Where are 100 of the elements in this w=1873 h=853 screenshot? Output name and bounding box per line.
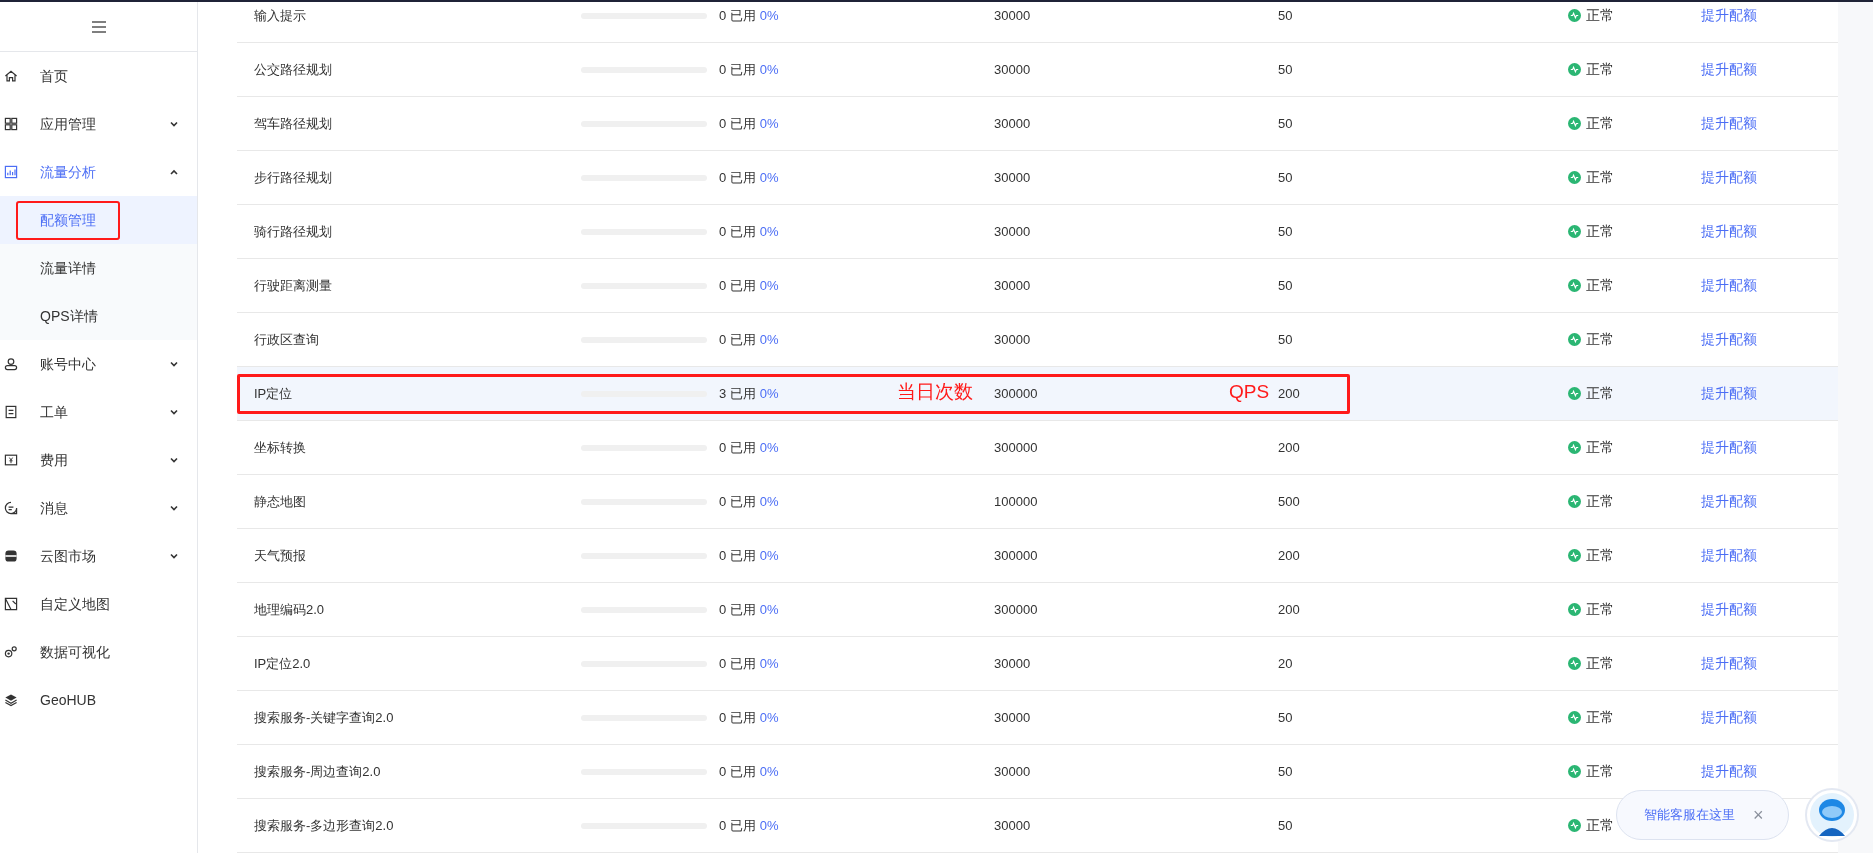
status-icon: [1568, 63, 1581, 76]
usage-count: 0 已用: [719, 114, 756, 133]
status-icon: [1568, 819, 1581, 832]
usage-count: 0 已用: [719, 762, 756, 781]
service-name: 天气预报: [254, 546, 307, 565]
usage-percent: 0%: [759, 222, 779, 241]
service-name: 步行路径规划: [254, 168, 333, 187]
status-text: 正常: [1586, 330, 1614, 349]
status-text: 正常: [1586, 438, 1614, 457]
upgrade-link[interactable]: 提升配额: [1701, 383, 1757, 404]
status-text: 正常: [1586, 114, 1614, 133]
status-text: 正常: [1586, 168, 1614, 187]
usage-count: 0 已用: [719, 276, 756, 295]
usage-count: 0 已用: [719, 168, 756, 187]
menu-item-icon: [3, 500, 19, 516]
sidebar-item[interactable]: 数据可视化: [0, 628, 197, 676]
sidebar-item[interactable]: 云图市场: [0, 532, 197, 580]
menu-icon[interactable]: [90, 19, 107, 34]
upgrade-link[interactable]: 提升配额: [1701, 599, 1757, 620]
service-name: 驾车路径规划: [254, 114, 333, 133]
qps-limit: 50: [1278, 60, 1293, 79]
usage-percent: 0%: [759, 438, 779, 457]
daily-limit: 30000: [994, 654, 1031, 673]
upgrade-link[interactable]: 提升配额: [1701, 329, 1757, 350]
status-text: 正常: [1586, 6, 1614, 25]
usage-count: 0 已用: [719, 222, 756, 241]
service-name: 搜索服务-周边查询2.0: [254, 762, 382, 781]
status-text: 正常: [1586, 276, 1614, 295]
menu-item-icon: [3, 356, 19, 372]
submenu-item[interactable]: 配额管理: [16, 200, 120, 240]
qps-limit: 50: [1278, 222, 1293, 241]
upgrade-link[interactable]: 提升配额: [1701, 167, 1757, 188]
chat-message: 智能客服在这里: [1644, 806, 1735, 825]
daily-limit: 30000: [994, 60, 1031, 79]
status-text: 正常: [1586, 654, 1614, 673]
sidebar-item[interactable]: 首页: [0, 52, 197, 100]
upgrade-link[interactable]: 提升配额: [1701, 59, 1757, 80]
qps-limit: 20: [1278, 654, 1293, 673]
qps-limit: 500: [1278, 492, 1300, 511]
status-icon: [1568, 225, 1581, 238]
daily-limit: 300000: [994, 438, 1038, 457]
qps-limit: 200: [1278, 438, 1300, 457]
menu-item-icon: [3, 404, 19, 420]
sidebar-item[interactable]: 账号中心: [0, 340, 197, 388]
daily-limit: 30000: [994, 6, 1031, 25]
sidebar-item[interactable]: GeoHUB: [0, 676, 197, 724]
usage-count: 0 已用: [719, 492, 756, 511]
daily-limit: 300000: [994, 600, 1038, 619]
service-name: 公交路径规划: [254, 60, 333, 79]
status-icon: [1568, 9, 1581, 22]
sidebar-item[interactable]: 自定义地图: [0, 580, 197, 628]
upgrade-link[interactable]: 提升配额: [1701, 437, 1757, 458]
qps-limit: 50: [1278, 276, 1293, 295]
upgrade-link[interactable]: 提升配额: [1701, 545, 1757, 566]
status-icon: [1568, 333, 1581, 346]
status-text: 正常: [1586, 222, 1614, 241]
status-icon: [1568, 711, 1581, 724]
daily-limit: 30000: [994, 276, 1031, 295]
service-name: 搜索服务-多边形查询2.0: [254, 816, 395, 835]
status-text: 正常: [1586, 600, 1614, 619]
usage-percent: 0%: [759, 600, 779, 619]
status-icon: [1568, 495, 1581, 508]
chat-toast[interactable]: 智能客服在这里 ×: [1616, 790, 1789, 840]
menu-item-icon: [3, 68, 19, 84]
status-icon: [1568, 117, 1581, 130]
usage-count: 0 已用: [719, 438, 756, 457]
usage-percent: 0%: [759, 762, 779, 781]
usage-percent: 0%: [759, 816, 779, 835]
sidebar-item[interactable]: 消息: [0, 484, 197, 532]
status-text: 正常: [1586, 816, 1614, 835]
upgrade-link[interactable]: 提升配额: [1701, 275, 1757, 296]
upgrade-link[interactable]: 提升配额: [1701, 707, 1757, 728]
usage-count: 0 已用: [719, 708, 756, 727]
sidebar-item[interactable]: 应用管理: [0, 100, 197, 148]
sidebar-item[interactable]: 工单: [0, 388, 197, 436]
status-text: 正常: [1586, 384, 1614, 403]
sidebar-item[interactable]: 费用: [0, 436, 197, 484]
daily-limit: 30000: [994, 762, 1031, 781]
status-icon: [1568, 657, 1581, 670]
upgrade-link[interactable]: 提升配额: [1701, 491, 1757, 512]
upgrade-link[interactable]: 提升配额: [1701, 221, 1757, 242]
usage-count: 0 已用: [719, 600, 756, 619]
upgrade-link[interactable]: 提升配额: [1701, 113, 1757, 134]
assistant-avatar-icon[interactable]: [1805, 788, 1859, 842]
status-icon: [1568, 387, 1581, 400]
service-name: 静态地图: [254, 492, 307, 511]
table-row[interactable]: IP定位 3 已用 0% 当日次数 300000 QPS 200 正常 提升配额: [237, 367, 1838, 421]
upgrade-link[interactable]: 提升配额: [1701, 653, 1757, 674]
status-icon: [1568, 171, 1581, 184]
usage-percent: 0%: [759, 168, 779, 187]
upgrade-link[interactable]: 提升配额: [1701, 5, 1757, 26]
daily-limit: 30000: [994, 708, 1031, 727]
usage-percent: 0%: [759, 330, 779, 349]
menu-item-icon: [3, 116, 19, 132]
qps-limit: 50: [1278, 762, 1293, 781]
sidebar-item[interactable]: 流量分析: [0, 148, 197, 196]
status-icon: [1568, 441, 1581, 454]
status-icon: [1568, 549, 1581, 562]
upgrade-link[interactable]: 提升配额: [1701, 761, 1757, 782]
usage-count: 3 已用: [719, 384, 756, 403]
